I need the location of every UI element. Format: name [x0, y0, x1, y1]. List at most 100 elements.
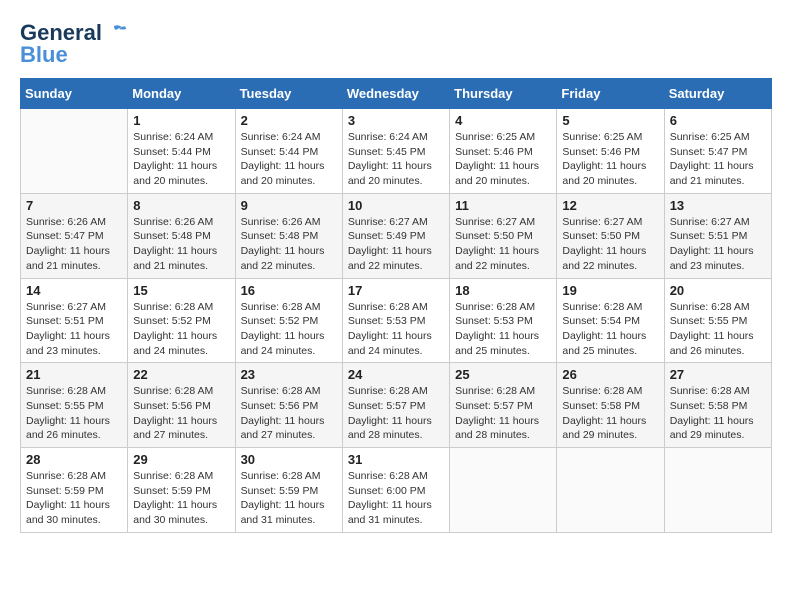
calendar-cell: 4 Sunrise: 6:25 AMSunset: 5:46 PMDaylight…: [450, 109, 557, 194]
calendar-cell: 17 Sunrise: 6:28 AMSunset: 5:53 PMDayligh…: [342, 278, 449, 363]
header-monday: Monday: [128, 79, 235, 109]
day-number: 7: [26, 198, 122, 213]
calendar-cell: 21 Sunrise: 6:28 AMSunset: 5:55 PMDayligh…: [21, 363, 128, 448]
calendar-cell: 16 Sunrise: 6:28 AMSunset: 5:52 PMDayligh…: [235, 278, 342, 363]
day-info: Sunrise: 6:26 AMSunset: 5:48 PMDaylight:…: [133, 215, 229, 274]
header-wednesday: Wednesday: [342, 79, 449, 109]
calendar-cell: 5Sunrise: 6:25 AMSunset: 5:46 PMDaylight…: [557, 109, 664, 194]
day-number: 6: [670, 113, 766, 128]
calendar-cell: 24 Sunrise: 6:28 AMSunset: 5:57 PMDayligh…: [342, 363, 449, 448]
day-number: 24: [348, 367, 444, 382]
day-info: Sunrise: 6:25 AMSunset: 5:47 PMDaylight:…: [670, 130, 766, 189]
day-number: 30: [241, 452, 337, 467]
calendar-week-2: 7 Sunrise: 6:26 AMSunset: 5:47 PMDaylight…: [21, 193, 772, 278]
header-tuesday: Tuesday: [235, 79, 342, 109]
day-number: 13: [670, 198, 766, 213]
day-number: 25: [455, 367, 551, 382]
day-number: 23: [241, 367, 337, 382]
calendar-cell: 30 Sunrise: 6:28 AMSunset: 5:59 PMDayligh…: [235, 448, 342, 533]
logo: General Blue: [20, 20, 126, 68]
day-number: 26: [562, 367, 658, 382]
calendar-cell: 20 Sunrise: 6:28 AMSunset: 5:55 PMDayligh…: [664, 278, 771, 363]
day-number: 4: [455, 113, 551, 128]
day-info: Sunrise: 6:25 AMSunset: 5:46 PMDaylight:…: [562, 130, 658, 189]
calendar-week-5: 28 Sunrise: 6:28 AMSunset: 5:59 PMDayligh…: [21, 448, 772, 533]
day-info: Sunrise: 6:28 AMSunset: 5:58 PMDaylight:…: [562, 384, 658, 443]
day-info: Sunrise: 6:27 AMSunset: 5:49 PMDaylight:…: [348, 215, 444, 274]
day-number: 21: [26, 367, 122, 382]
calendar-cell: 12 Sunrise: 6:27 AMSunset: 5:50 PMDayligh…: [557, 193, 664, 278]
calendar-cell: 13 Sunrise: 6:27 AMSunset: 5:51 PMDayligh…: [664, 193, 771, 278]
day-number: 12: [562, 198, 658, 213]
day-info: Sunrise: 6:28 AMSunset: 6:00 PMDaylight:…: [348, 469, 444, 528]
calendar-cell: 25Sunrise: 6:28 AMSunset: 5:57 PMDayligh…: [450, 363, 557, 448]
calendar-cell: 18 Sunrise: 6:28 AMSunset: 5:53 PMDayligh…: [450, 278, 557, 363]
day-info: Sunrise: 6:25 AMSunset: 5:46 PMDaylight:…: [455, 130, 551, 189]
calendar-cell: [450, 448, 557, 533]
calendar-cell: 7 Sunrise: 6:26 AMSunset: 5:47 PMDaylight…: [21, 193, 128, 278]
day-number: 1: [133, 113, 229, 128]
day-info: Sunrise: 6:28 AMSunset: 5:54 PMDaylight:…: [562, 300, 658, 359]
calendar-cell: 19 Sunrise: 6:28 AMSunset: 5:54 PMDayligh…: [557, 278, 664, 363]
day-number: 15: [133, 283, 229, 298]
calendar-cell: [557, 448, 664, 533]
calendar-cell: 1 Sunrise: 6:24 AMSunset: 5:44 PMDaylight…: [128, 109, 235, 194]
calendar-week-1: 1 Sunrise: 6:24 AMSunset: 5:44 PMDaylight…: [21, 109, 772, 194]
day-number: 14: [26, 283, 122, 298]
calendar-cell: 14 Sunrise: 6:27 AMSunset: 5:51 PMDayligh…: [21, 278, 128, 363]
calendar-cell: 22 Sunrise: 6:28 AMSunset: 5:56 PMDayligh…: [128, 363, 235, 448]
calendar-cell: 31 Sunrise: 6:28 AMSunset: 6:00 PMDayligh…: [342, 448, 449, 533]
day-info: Sunrise: 6:28 AMSunset: 5:59 PMDaylight:…: [26, 469, 122, 528]
logo-bird-icon: [104, 24, 126, 42]
day-number: 10: [348, 198, 444, 213]
day-info: Sunrise: 6:28 AMSunset: 5:53 PMDaylight:…: [455, 300, 551, 359]
day-number: 2: [241, 113, 337, 128]
calendar-cell: 3Sunrise: 6:24 AMSunset: 5:45 PMDaylight…: [342, 109, 449, 194]
header-friday: Friday: [557, 79, 664, 109]
calendar-cell: 9Sunrise: 6:26 AMSunset: 5:48 PMDaylight…: [235, 193, 342, 278]
day-info: Sunrise: 6:24 AMSunset: 5:44 PMDaylight:…: [133, 130, 229, 189]
day-number: 31: [348, 452, 444, 467]
day-info: Sunrise: 6:28 AMSunset: 5:56 PMDaylight:…: [241, 384, 337, 443]
calendar-cell: [664, 448, 771, 533]
calendar-cell: 10 Sunrise: 6:27 AMSunset: 5:49 PMDayligh…: [342, 193, 449, 278]
day-info: Sunrise: 6:24 AMSunset: 5:45 PMDaylight:…: [348, 130, 444, 189]
header-thursday: Thursday: [450, 79, 557, 109]
header-saturday: Saturday: [664, 79, 771, 109]
calendar-cell: 8 Sunrise: 6:26 AMSunset: 5:48 PMDaylight…: [128, 193, 235, 278]
day-number: 11: [455, 198, 551, 213]
day-info: Sunrise: 6:28 AMSunset: 5:59 PMDaylight:…: [241, 469, 337, 528]
day-info: Sunrise: 6:28 AMSunset: 5:52 PMDaylight:…: [241, 300, 337, 359]
day-info: Sunrise: 6:27 AMSunset: 5:51 PMDaylight:…: [670, 215, 766, 274]
day-number: 22: [133, 367, 229, 382]
calendar-cell: 6 Sunrise: 6:25 AMSunset: 5:47 PMDaylight…: [664, 109, 771, 194]
day-number: 20: [670, 283, 766, 298]
calendar-cell: 29Sunrise: 6:28 AMSunset: 5:59 PMDayligh…: [128, 448, 235, 533]
calendar-week-3: 14 Sunrise: 6:27 AMSunset: 5:51 PMDayligh…: [21, 278, 772, 363]
header-sunday: Sunday: [21, 79, 128, 109]
calendar-header-row: SundayMondayTuesdayWednesdayThursdayFrid…: [21, 79, 772, 109]
day-number: 18: [455, 283, 551, 298]
day-info: Sunrise: 6:28 AMSunset: 5:53 PMDaylight:…: [348, 300, 444, 359]
logo-blue: Blue: [20, 42, 68, 68]
day-info: Sunrise: 6:24 AMSunset: 5:44 PMDaylight:…: [241, 130, 337, 189]
day-number: 27: [670, 367, 766, 382]
page-header: General Blue: [20, 20, 772, 68]
day-info: Sunrise: 6:28 AMSunset: 5:52 PMDaylight:…: [133, 300, 229, 359]
day-number: 19: [562, 283, 658, 298]
calendar-cell: 23 Sunrise: 6:28 AMSunset: 5:56 PMDayligh…: [235, 363, 342, 448]
day-info: Sunrise: 6:27 AMSunset: 5:50 PMDaylight:…: [455, 215, 551, 274]
day-info: Sunrise: 6:27 AMSunset: 5:50 PMDaylight:…: [562, 215, 658, 274]
day-info: Sunrise: 6:28 AMSunset: 5:55 PMDaylight:…: [670, 300, 766, 359]
day-info: Sunrise: 6:26 AMSunset: 5:47 PMDaylight:…: [26, 215, 122, 274]
day-number: 16: [241, 283, 337, 298]
day-info: Sunrise: 6:28 AMSunset: 5:58 PMDaylight:…: [670, 384, 766, 443]
calendar-cell: 2 Sunrise: 6:24 AMSunset: 5:44 PMDaylight…: [235, 109, 342, 194]
day-number: 8: [133, 198, 229, 213]
day-info: Sunrise: 6:28 AMSunset: 5:57 PMDaylight:…: [348, 384, 444, 443]
day-info: Sunrise: 6:27 AMSunset: 5:51 PMDaylight:…: [26, 300, 122, 359]
day-info: Sunrise: 6:28 AMSunset: 5:56 PMDaylight:…: [133, 384, 229, 443]
day-number: 17: [348, 283, 444, 298]
day-number: 28: [26, 452, 122, 467]
day-info: Sunrise: 6:28 AMSunset: 5:55 PMDaylight:…: [26, 384, 122, 443]
